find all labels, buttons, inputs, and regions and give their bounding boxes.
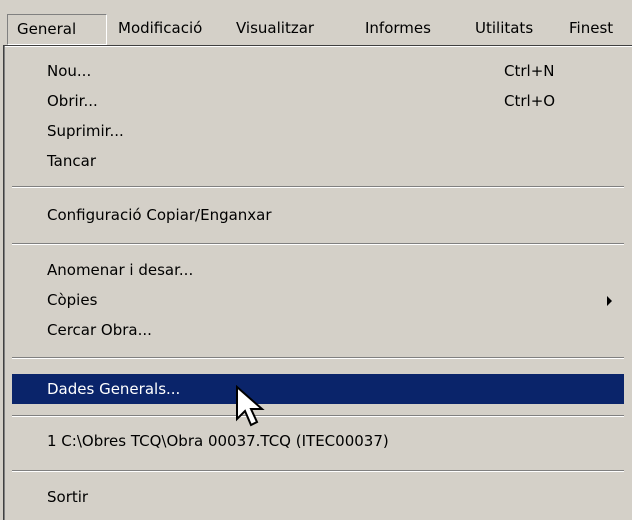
menu-visualitzar[interactable]: Visualitzar bbox=[236, 14, 314, 42]
menu-item-obrir[interactable]: Obrir... Ctrl+O bbox=[12, 86, 624, 116]
menu-bar: General Modificació Visualitzar Informes… bbox=[0, 0, 632, 45]
menu-item-dades-generals[interactable]: Dades Generals... bbox=[12, 374, 624, 404]
menu-finestra[interactable]: Finest bbox=[569, 14, 613, 42]
menu-item-tancar[interactable]: Tancar bbox=[12, 146, 624, 176]
menu-border-top-highlight bbox=[5, 46, 632, 47]
menu-separator bbox=[12, 470, 624, 472]
menu-item-cercar-obra[interactable]: Cercar Obra... bbox=[12, 315, 624, 345]
menu-item-label: 1 C:\Obres TCQ\Obra 00037.TCQ (ITEC00037… bbox=[47, 432, 389, 450]
menu-separator bbox=[12, 186, 624, 188]
menu-utilitats[interactable]: Utilitats bbox=[475, 14, 533, 42]
menu-item-copies[interactable]: Còpies bbox=[12, 285, 624, 315]
menu-item-label: Cercar Obra... bbox=[47, 321, 152, 339]
menu-item-configuracio[interactable]: Configuració Copiar/Enganxar bbox=[12, 200, 624, 230]
menu-item-recent-file[interactable]: 1 C:\Obres TCQ\Obra 00037.TCQ (ITEC00037… bbox=[12, 426, 624, 456]
menu-item-anomenar[interactable]: Anomenar i desar... bbox=[12, 255, 624, 285]
menu-item-sortir[interactable]: Sortir bbox=[12, 482, 624, 512]
menu-item-suprimir[interactable]: Suprimir... bbox=[12, 116, 624, 146]
menu-item-label: Configuració Copiar/Enganxar bbox=[47, 206, 272, 224]
menu-item-label: Dades Generals... bbox=[47, 380, 181, 398]
menu-item-label: Tancar bbox=[47, 152, 96, 170]
menu-separator bbox=[12, 415, 624, 417]
submenu-arrow-icon bbox=[607, 296, 612, 306]
menu-border-left-shadow bbox=[4, 46, 5, 520]
menu-modificacio[interactable]: Modificació bbox=[118, 14, 202, 42]
menu-item-label: Còpies bbox=[47, 291, 98, 309]
menu-item-label: Suprimir... bbox=[47, 122, 124, 140]
menu-item-nou[interactable]: Nou... Ctrl+N bbox=[12, 56, 624, 86]
menu-item-label: Obrir... bbox=[47, 92, 98, 110]
menu-general[interactable]: General bbox=[7, 14, 107, 45]
menu-informes[interactable]: Informes bbox=[365, 14, 431, 42]
menu-separator bbox=[12, 243, 624, 245]
menu-item-label: Anomenar i desar... bbox=[47, 261, 194, 279]
menu-item-shortcut: Ctrl+N bbox=[504, 62, 555, 80]
menu-separator bbox=[12, 357, 624, 359]
arrow-pointer-icon bbox=[236, 385, 265, 427]
menu-item-label: Sortir bbox=[47, 488, 89, 506]
menu-item-shortcut: Ctrl+O bbox=[504, 92, 556, 110]
menu-item-label: Nou... bbox=[47, 62, 92, 80]
